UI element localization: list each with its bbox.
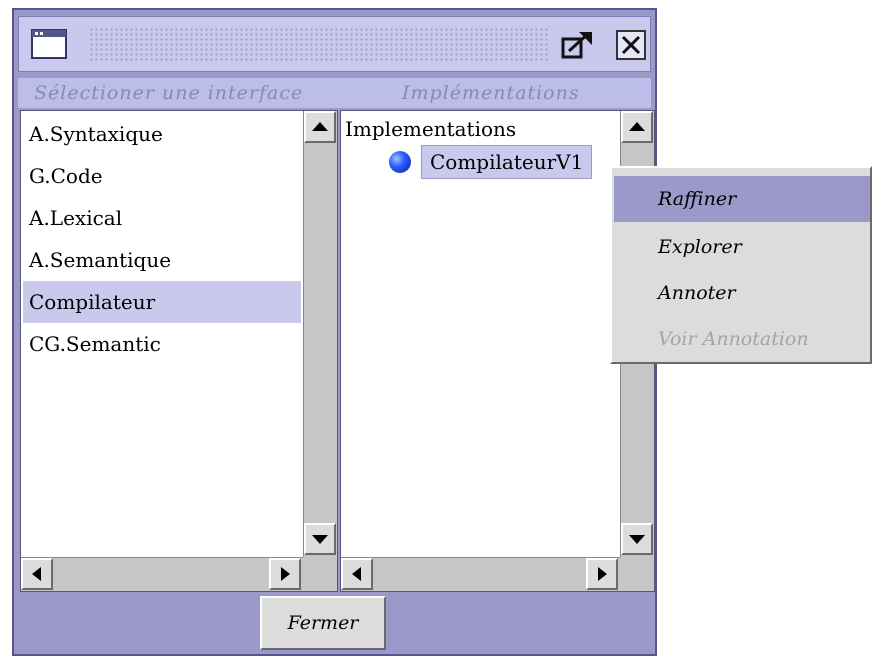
menu-item-voir-annotation: Voir Annotation	[658, 328, 809, 350]
arrow-up-icon	[629, 122, 645, 131]
scroll-up-button[interactable]	[304, 111, 336, 143]
arrow-right-icon	[598, 567, 607, 581]
interfaces-header: Sélectioner une interface	[34, 82, 304, 104]
panel-headers: Sélectioner une interface Implémentation…	[18, 78, 651, 108]
arrow-down-icon	[312, 535, 328, 544]
blue-sphere-icon	[389, 151, 411, 173]
arrow-left-icon	[32, 567, 41, 581]
arrow-down-icon	[629, 535, 645, 544]
interfaces-panel: A.Syntaxique G.Code A.Lexical A.Semantiq…	[20, 110, 338, 592]
list-item[interactable]: A.Lexical	[23, 197, 301, 239]
arrow-right-icon	[281, 567, 290, 581]
title-bar[interactable]	[18, 16, 651, 72]
title-pattern	[89, 27, 549, 61]
scroll-left-button[interactable]	[21, 558, 53, 590]
interfaces-vertical-scrollbar[interactable]	[303, 111, 337, 557]
close-dialog-button[interactable]: Fermer	[260, 596, 386, 650]
list-item-selected[interactable]: Compilateur	[23, 281, 301, 323]
scroll-corner	[620, 557, 654, 591]
list-item[interactable]: A.Semantique	[23, 239, 301, 281]
dialog-window: Sélectioner une interface Implémentation…	[12, 8, 657, 656]
maximize-icon[interactable]	[561, 29, 595, 61]
tree-root[interactable]: Implementations	[345, 117, 516, 141]
scroll-right-button[interactable]	[269, 558, 301, 590]
context-menu: Raffiner Explorer Annoter Voir Annotatio…	[610, 166, 872, 364]
scroll-up-button[interactable]	[621, 111, 653, 143]
interfaces-horizontal-scrollbar[interactable]	[21, 557, 303, 591]
scroll-right-button[interactable]	[586, 558, 618, 590]
tree-node-label[interactable]: CompilateurV1	[421, 145, 593, 179]
menu-item-explorer[interactable]: Explorer	[614, 224, 870, 270]
implementations-panel: Implementations CompilateurV1	[340, 110, 655, 592]
list-item[interactable]: CG.Semantic	[23, 323, 301, 365]
arrow-up-icon	[312, 122, 328, 131]
scroll-down-button[interactable]	[304, 523, 336, 555]
scroll-left-button[interactable]	[341, 558, 373, 590]
close-icon[interactable]	[615, 29, 647, 61]
implementations-horizontal-scrollbar[interactable]	[341, 557, 620, 591]
arrow-left-icon	[352, 567, 361, 581]
implementations-header: Implémentations	[402, 82, 580, 104]
tree-node[interactable]: CompilateurV1	[389, 145, 593, 179]
scroll-corner	[303, 557, 337, 591]
list-item[interactable]: G.Code	[23, 155, 301, 197]
window-icon	[31, 29, 67, 59]
menu-item-raffiner[interactable]: Raffiner	[614, 176, 870, 222]
scroll-down-button[interactable]	[621, 523, 653, 555]
menu-item-annoter[interactable]: Annoter	[614, 270, 870, 316]
list-item[interactable]: A.Syntaxique	[23, 113, 301, 155]
